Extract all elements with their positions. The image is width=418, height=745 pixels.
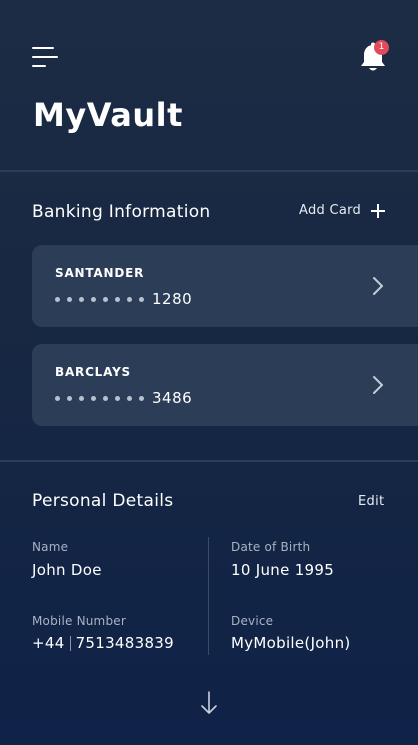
banking-section-title: Banking Information bbox=[32, 202, 211, 222]
card-last-four: 3486 bbox=[152, 389, 193, 407]
chevron-right-icon bbox=[373, 376, 383, 394]
arrow-down-icon[interactable] bbox=[200, 690, 218, 716]
personal-section-title: Personal Details bbox=[32, 491, 174, 511]
app-title: MyVault bbox=[33, 96, 183, 134]
name-value: John Doe bbox=[32, 561, 102, 579]
bank-card-santander[interactable]: SANTANDER 1280 bbox=[32, 245, 418, 327]
bank-name: BARCLAYS bbox=[55, 365, 131, 379]
masked-digits bbox=[55, 395, 144, 401]
name-label: Name bbox=[32, 540, 69, 554]
device-value: MyMobile(John) bbox=[231, 634, 351, 652]
mobile-number: 7513483839 bbox=[75, 634, 174, 652]
bank-name: SANTANDER bbox=[55, 266, 145, 280]
mobile-separator bbox=[69, 635, 71, 651]
card-number: 1280 bbox=[55, 290, 192, 308]
mobile-label: Mobile Number bbox=[32, 614, 126, 628]
masked-digits bbox=[55, 296, 144, 302]
chevron-right-icon bbox=[373, 277, 383, 295]
menu-icon[interactable] bbox=[32, 47, 58, 67]
edit-button[interactable]: Edit bbox=[358, 494, 384, 509]
notifications-button[interactable]: 1 bbox=[358, 40, 392, 74]
dob-value: 10 June 1995 bbox=[231, 561, 335, 579]
mobile-value: +44 7513483839 bbox=[32, 634, 174, 652]
plus-icon bbox=[371, 203, 386, 218]
add-card-label: Add Card bbox=[299, 203, 362, 218]
dob-label: Date of Birth bbox=[231, 540, 311, 554]
bank-card-barclays[interactable]: BARCLAYS 3486 bbox=[32, 344, 418, 426]
section-divider bbox=[0, 170, 418, 172]
add-card-button[interactable]: Add Card bbox=[299, 203, 386, 218]
card-last-four: 1280 bbox=[152, 290, 193, 308]
device-label: Device bbox=[231, 614, 274, 628]
card-number: 3486 bbox=[55, 389, 192, 407]
section-divider bbox=[0, 460, 418, 462]
mobile-country-code: +44 bbox=[32, 634, 65, 652]
column-divider bbox=[208, 537, 209, 655]
notification-badge: 1 bbox=[374, 40, 389, 55]
